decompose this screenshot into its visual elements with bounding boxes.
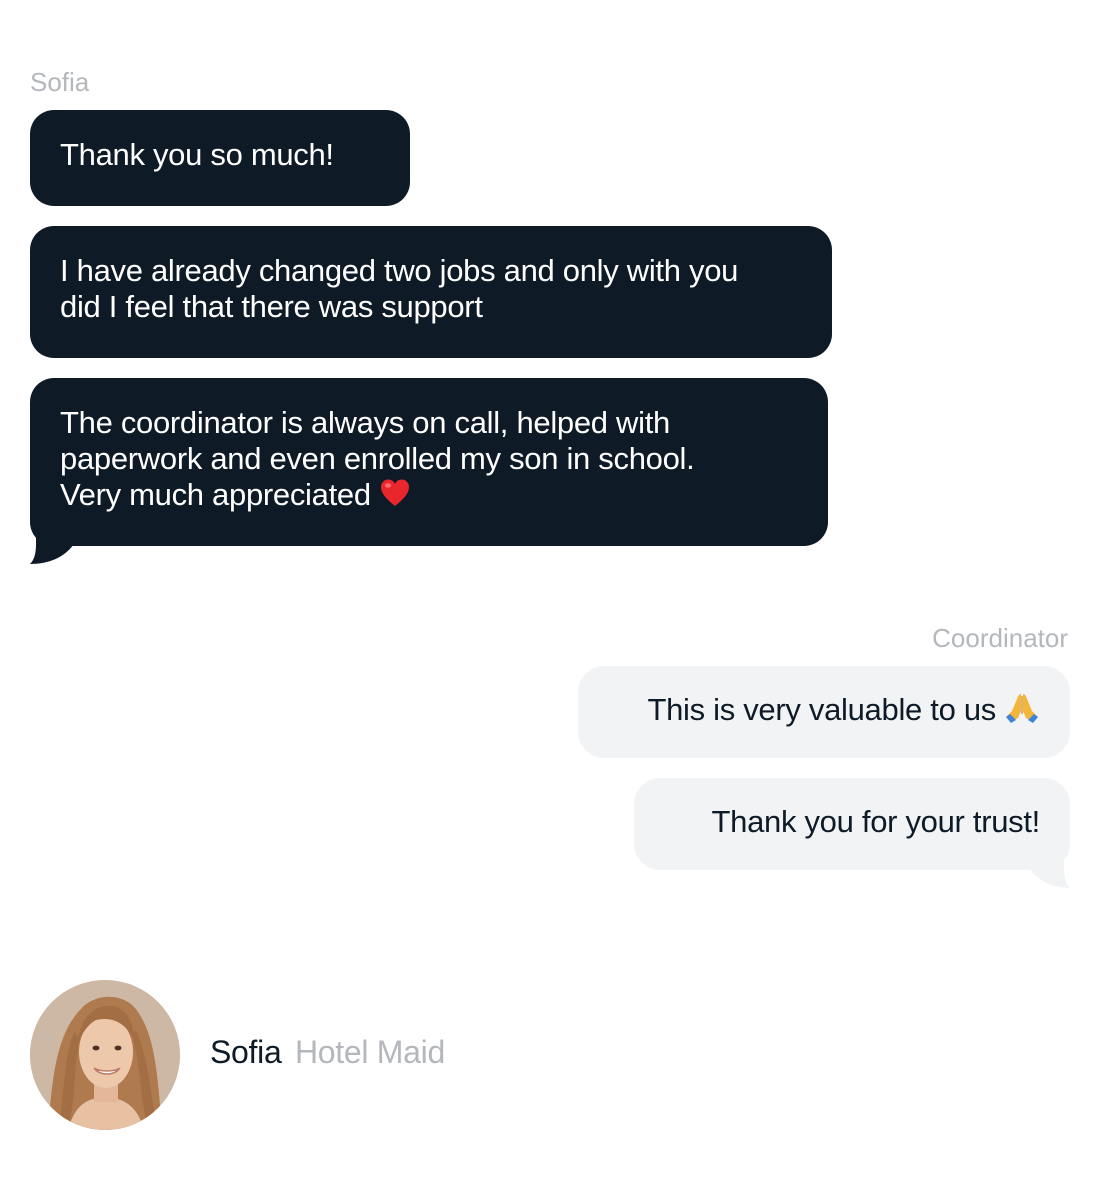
- bubble-tail-right: [1028, 850, 1070, 888]
- folded-hands-icon: [1006, 694, 1038, 723]
- message-text: This is very valuable to us: [647, 692, 996, 727]
- message-text-line-2: paperwork and even enrolled my son in sc…: [60, 441, 695, 476]
- message-bubble-2: I have already changed two jobs and only…: [30, 226, 832, 358]
- avatar-portrait: [30, 980, 180, 1130]
- message-bubble-1: Thank you so much!: [30, 110, 410, 206]
- sender-name-coordinator: Coordinator: [932, 623, 1068, 653]
- message-text: Very much appreciated: [60, 477, 371, 512]
- profile-name: Sofia: [210, 1034, 282, 1070]
- message-text: Thank you for your trust!: [711, 804, 1041, 839]
- profile-role: Hotel Maid: [295, 1034, 445, 1070]
- message-bubble-5: Thank you for your trust!: [634, 778, 1070, 870]
- message-text-line-1: I have already changed two jobs and only…: [60, 253, 739, 288]
- message-text: Thank you so much!: [60, 137, 334, 172]
- message-bubble-3: The coordinator is always on call, helpe…: [30, 378, 828, 546]
- avatar: [30, 980, 180, 1130]
- sender-name-sofia: Sofia: [30, 67, 90, 97]
- message-text-line-1: The coordinator is always on call, helpe…: [60, 405, 670, 440]
- bubble-tail-left: [30, 534, 74, 564]
- message-bubble-4: This is very valuable to us: [578, 666, 1070, 758]
- message-text-line-2: did I feel that there was support: [60, 289, 483, 324]
- red-heart-icon: [380, 479, 409, 506]
- message-text-line-3: Very much appreciated: [60, 477, 798, 513]
